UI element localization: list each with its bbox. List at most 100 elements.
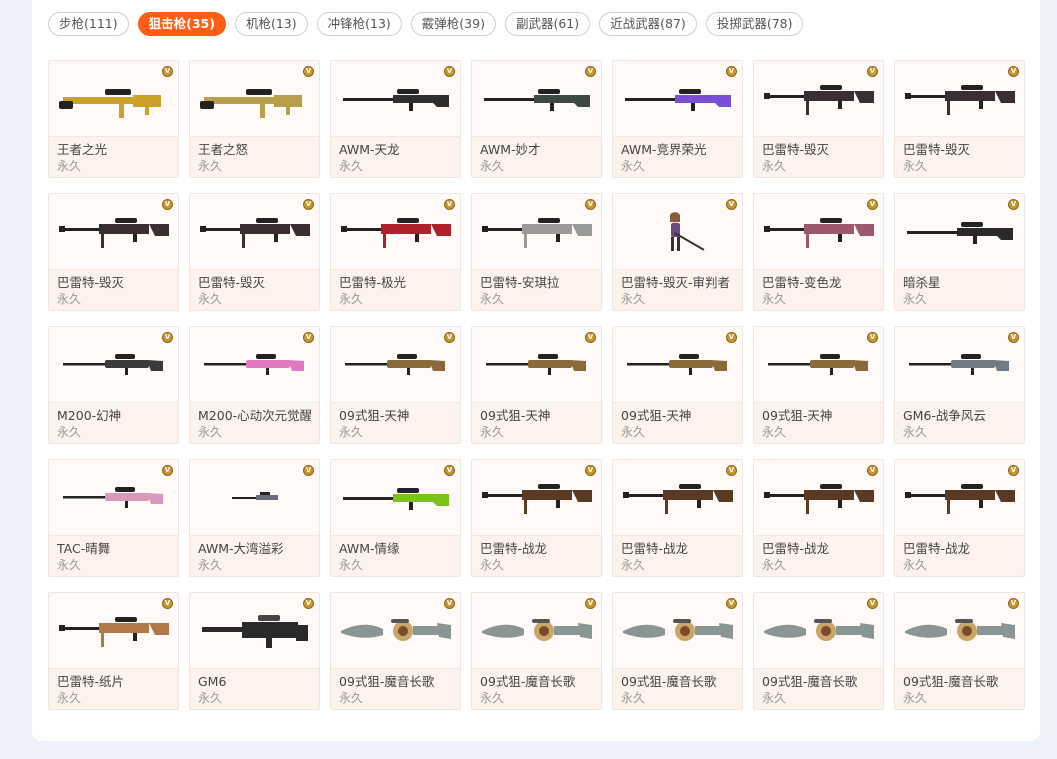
weapon-name: AWM-大湾溢彩 <box>198 541 284 556</box>
weapon-card[interactable]: V AWM-大湾溢彩 永久 <box>189 459 320 577</box>
vip-badge-icon: V <box>303 465 314 476</box>
weapon-card[interactable]: V 09式狙-魔音长歌 永久 <box>753 592 884 710</box>
weapon-card[interactable]: V AWM-情缘 永久 <box>330 459 461 577</box>
weapon-card[interactable]: V 王者之怒 永久 <box>189 60 320 178</box>
weapon-card[interactable]: V 巴雷特-毁灭-审判者 永久 <box>612 193 743 311</box>
weapon-card[interactable]: V M200-幻神 永久 <box>48 326 179 444</box>
weapon-card[interactable]: V 巴雷特-纸片 永久 <box>48 592 179 710</box>
weapon-image: V <box>49 593 178 669</box>
weapon-info: 09式狙-魔音长歌 永久 <box>331 669 460 709</box>
vip-badge-icon: V <box>726 199 737 210</box>
weapon-duration: 永久 <box>762 292 787 306</box>
weapon-card[interactable]: V 暗杀星 永久 <box>894 193 1025 311</box>
weapon-card[interactable]: V 巴雷特-战龙 永久 <box>471 459 602 577</box>
weapon-info: 巴雷特-毁灭 永久 <box>49 270 178 310</box>
weapon-card[interactable]: V 王者之光 永久 <box>48 60 179 178</box>
weapon-card[interactable]: V 巴雷特-战龙 永久 <box>753 459 884 577</box>
weapon-image: V <box>613 460 742 536</box>
weapon-card[interactable]: V 巴雷特-战龙 永久 <box>612 459 743 577</box>
weapon-info: 巴雷特-毁灭-审判者 永久 <box>613 270 742 310</box>
weapon-card[interactable]: V 09式狙-天神 永久 <box>753 326 884 444</box>
vip-badge-icon: V <box>867 199 878 210</box>
weapon-info: AWM-情缘 永久 <box>331 536 460 576</box>
vip-badge-icon: V <box>1008 465 1019 476</box>
weapon-card[interactable]: V 09式狙-魔音长歌 永久 <box>894 592 1025 710</box>
vip-badge-icon: V <box>303 332 314 343</box>
tab-2[interactable]: 机枪(13) <box>234 12 308 36</box>
weapon-card[interactable]: V 巴雷特-极光 永久 <box>330 193 461 311</box>
vip-badge-icon: V <box>585 598 596 609</box>
weapon-info: 巴雷特-毁灭 永久 <box>754 137 883 177</box>
weapon-info: 09式狙-魔音长歌 永久 <box>754 669 883 709</box>
weapon-card[interactable]: V 巴雷特-毁灭 永久 <box>753 60 884 178</box>
weapon-image: V <box>895 593 1024 669</box>
weapon-card[interactable]: V 巴雷特-毁灭 永久 <box>894 60 1025 178</box>
weapon-card[interactable]: V 09式狙-天神 永久 <box>471 326 602 444</box>
weapon-duration: 永久 <box>198 425 223 439</box>
weapon-info: GM6-战争风云 永久 <box>895 403 1024 443</box>
vip-badge-icon: V <box>726 332 737 343</box>
vip-badge-icon: V <box>444 465 455 476</box>
weapon-card[interactable]: V 巴雷特-战龙 永久 <box>894 459 1025 577</box>
weapon-image: V <box>895 61 1024 137</box>
vip-badge-icon: V <box>585 199 596 210</box>
weapon-card[interactable]: V 09式狙-魔音长歌 永久 <box>612 592 743 710</box>
weapon-image: V <box>49 460 178 536</box>
weapon-info: M200-心动次元觉醒 永久 <box>190 403 319 443</box>
tab-1[interactable]: 狙击枪(35) <box>137 12 226 36</box>
weapon-card[interactable]: V GM6 永久 <box>189 592 320 710</box>
tab-0[interactable]: 步枪(111) <box>48 12 129 36</box>
tab-5[interactable]: 副武器(61) <box>504 12 591 36</box>
weapon-card[interactable]: V AWM-天龙 永久 <box>330 60 461 178</box>
weapon-card[interactable]: V 09式狙-魔音长歌 永久 <box>330 592 461 710</box>
tab-3[interactable]: 冲锋枪(13) <box>316 12 402 36</box>
weapon-duration: 永久 <box>903 691 928 705</box>
weapon-info: 王者之光 永久 <box>49 137 178 177</box>
weapon-name: 09式狙-魔音长歌 <box>762 674 858 689</box>
weapon-card[interactable]: V 巴雷特-变色龙 永久 <box>753 193 884 311</box>
weapon-image: V <box>613 61 742 137</box>
weapon-card[interactable]: V TAC-晴舞 永久 <box>48 459 179 577</box>
weapon-image: V <box>331 460 460 536</box>
weapon-card[interactable]: V 巴雷特-毁灭 永久 <box>48 193 179 311</box>
weapon-info: 巴雷特-纸片 永久 <box>49 669 178 709</box>
weapon-name: 巴雷特-战龙 <box>762 541 830 556</box>
weapon-name: 王者之怒 <box>198 142 249 157</box>
tab-4[interactable]: 霰弹枪(39) <box>410 12 496 36</box>
vip-badge-icon: V <box>1008 332 1019 343</box>
weapon-image: V <box>190 194 319 270</box>
weapon-image: V <box>472 194 601 270</box>
vip-badge-icon: V <box>585 332 596 343</box>
weapon-name: 09式狙-天神 <box>762 408 833 423</box>
weapon-duration: 永久 <box>903 558 928 572</box>
weapon-info: 09式狙-天神 永久 <box>331 403 460 443</box>
weapon-info: 巴雷特-毁灭 永久 <box>190 270 319 310</box>
weapon-duration: 永久 <box>57 425 82 439</box>
weapon-card[interactable]: V AWM-竞界荣光 永久 <box>612 60 743 178</box>
vip-badge-icon: V <box>444 598 455 609</box>
weapon-info: TAC-晴舞 永久 <box>49 536 178 576</box>
weapon-card[interactable]: V GM6-战争风云 永久 <box>894 326 1025 444</box>
weapon-duration: 永久 <box>762 558 787 572</box>
weapon-card[interactable]: V 巴雷特-毁灭 永久 <box>189 193 320 311</box>
weapon-card[interactable]: V AWM-妙才 永久 <box>471 60 602 178</box>
weapon-duration: 永久 <box>198 558 223 572</box>
weapon-card[interactable]: V 09式狙-魔音长歌 永久 <box>471 592 602 710</box>
vip-badge-icon: V <box>444 332 455 343</box>
weapon-card[interactable]: V 09式狙-天神 永久 <box>612 326 743 444</box>
weapon-image: V <box>613 593 742 669</box>
vip-badge-icon: V <box>303 199 314 210</box>
tab-6[interactable]: 近战武器(87) <box>599 12 697 36</box>
weapon-name: 09式狙-魔音长歌 <box>339 674 435 689</box>
weapon-card[interactable]: V 巴雷特-安琪拉 永久 <box>471 193 602 311</box>
tab-7[interactable]: 投掷武器(78) <box>705 12 804 36</box>
weapon-image: V <box>331 194 460 270</box>
weapon-info: 09式狙-天神 永久 <box>754 403 883 443</box>
weapon-image: V <box>754 593 883 669</box>
weapon-duration: 永久 <box>480 425 505 439</box>
weapon-card[interactable]: V 09式狙-天神 永久 <box>330 326 461 444</box>
weapon-card[interactable]: V M200-心动次元觉醒 永久 <box>189 326 320 444</box>
weapon-duration: 永久 <box>339 159 364 173</box>
weapon-name: M200-幻神 <box>57 408 122 423</box>
weapon-info: AWM-妙才 永久 <box>472 137 601 177</box>
